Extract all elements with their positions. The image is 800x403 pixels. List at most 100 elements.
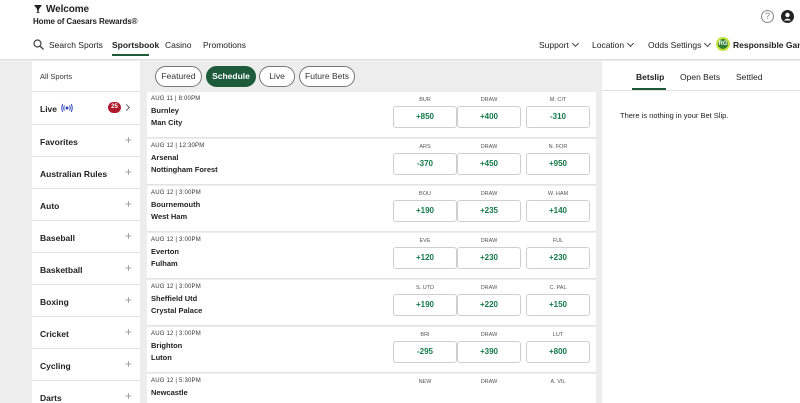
- sidebar-item-label: Darts: [40, 393, 62, 403]
- home-odds-button[interactable]: +190: [393, 200, 457, 222]
- location-dropdown[interactable]: Location: [592, 39, 635, 50]
- tab-open-bets[interactable]: Open Bets: [680, 72, 720, 82]
- home-team[interactable]: Bournemouth: [151, 200, 200, 209]
- support-dropdown[interactable]: Support: [539, 39, 579, 50]
- sidebar-item-live[interactable]: Live 25: [32, 91, 140, 123]
- filter-future-bets[interactable]: Future Bets: [299, 66, 355, 87]
- home-odds-button[interactable]: -370: [393, 153, 457, 175]
- expand-plus-icon[interactable]: +: [125, 229, 132, 243]
- draw-odds-button[interactable]: +235: [457, 200, 521, 222]
- away-odds-button[interactable]: +950: [526, 153, 590, 175]
- away-odds-button[interactable]: +140: [526, 200, 590, 222]
- help-icon[interactable]: ?: [761, 10, 774, 23]
- home-team[interactable]: Burnley: [151, 106, 179, 115]
- expand-plus-icon[interactable]: +: [125, 165, 132, 179]
- chevron-down-icon: [571, 39, 579, 48]
- live-count-badge: 25: [108, 102, 121, 113]
- tab-settled[interactable]: Settled: [736, 72, 762, 82]
- nav-promotions[interactable]: Promotions: [203, 40, 246, 50]
- expand-plus-icon[interactable]: +: [125, 197, 132, 211]
- live-broadcast-icon: [61, 103, 73, 113]
- tab-betslip[interactable]: Betslip: [636, 72, 664, 82]
- sidebar-item-label: Cricket: [40, 329, 69, 339]
- active-nav-indicator: [112, 54, 149, 56]
- odds-settings-label: Odds Settings: [648, 40, 702, 50]
- sidebar-item-darts[interactable]: Darts +: [32, 380, 140, 403]
- away-team[interactable]: Fulham: [151, 259, 178, 268]
- match-row: AUG 12 | 3:00PM Everton Fulham EVE DRAW …: [147, 233, 596, 279]
- home-odds-header: S. UTD: [415, 285, 435, 291]
- draw-odds-button[interactable]: +400: [457, 106, 521, 128]
- home-team[interactable]: Sheffield Utd: [151, 294, 197, 303]
- sidebar-item-label: Baseball: [40, 233, 75, 243]
- draw-odds-button[interactable]: +230: [457, 247, 521, 269]
- odds-settings-dropdown[interactable]: Odds Settings: [648, 39, 712, 50]
- away-team[interactable]: Nottingham Forest: [151, 165, 218, 174]
- nav-sportsbook[interactable]: Sportsbook: [112, 40, 159, 50]
- location-label: Location: [592, 40, 625, 50]
- draw-odds-header: DRAW: [480, 97, 498, 103]
- sidebar-item-basketball[interactable]: Basketball +: [32, 252, 140, 284]
- expand-plus-icon[interactable]: +: [125, 389, 132, 403]
- home-team[interactable]: Brighton: [151, 341, 182, 350]
- rewards-subtitle: Home of Caesars Rewards®: [33, 17, 138, 26]
- home-team[interactable]: Arsenal: [151, 153, 179, 162]
- draw-odds-button[interactable]: +390: [457, 341, 521, 363]
- responsible-gaming-icon[interactable]: RG: [716, 37, 730, 51]
- draw-odds-button[interactable]: +450: [457, 153, 521, 175]
- home-team[interactable]: Everton: [151, 247, 179, 256]
- responsible-gaming-link[interactable]: Responsible Gaming: [733, 40, 800, 50]
- away-odds-button[interactable]: +230: [526, 247, 590, 269]
- expand-plus-icon[interactable]: +: [125, 293, 132, 307]
- sidebar-item-auto[interactable]: Auto +: [32, 188, 140, 220]
- expand-plus-icon[interactable]: +: [125, 261, 132, 275]
- caesars-goblet-icon: [34, 5, 42, 13]
- nav-casino[interactable]: Casino: [165, 40, 191, 50]
- sidebar-item-cycling[interactable]: Cycling +: [32, 348, 140, 380]
- search-icon[interactable]: [33, 39, 44, 50]
- away-team[interactable]: Man City: [151, 118, 182, 127]
- home-odds-header: EVE: [419, 238, 431, 244]
- chevron-down-icon: [627, 39, 635, 48]
- sidebar-item-label: Cycling: [40, 361, 71, 371]
- tab-divider: [602, 90, 800, 91]
- home-odds-header: BRI: [420, 332, 430, 338]
- away-team[interactable]: Luton: [151, 353, 172, 362]
- match-time: AUG 12 | 5:30PM: [151, 378, 201, 384]
- main-nav: Search Sports Sportsbook Casino Promotio…: [0, 34, 800, 60]
- away-odds-button[interactable]: +800: [526, 341, 590, 363]
- user-account-icon[interactable]: [781, 10, 794, 23]
- filter-live[interactable]: Live: [259, 66, 295, 87]
- home-odds-button[interactable]: -295: [393, 341, 457, 363]
- sidebar-item-label: Favorites: [40, 137, 78, 147]
- draw-odds-header: DRAW: [480, 332, 498, 338]
- filter-schedule[interactable]: Schedule: [206, 66, 256, 87]
- match-row: AUG 12 | 3:00PM Brighton Luton BRI DRAW …: [147, 327, 596, 373]
- home-odds-button[interactable]: +120: [393, 247, 457, 269]
- away-odds-button[interactable]: -310: [526, 106, 590, 128]
- match-time: AUG 12 | 3:00PM: [151, 237, 201, 243]
- expand-plus-icon[interactable]: +: [125, 325, 132, 339]
- home-odds-button[interactable]: +190: [393, 294, 457, 316]
- betslip-panel: Betslip Open Bets Settled There is nothi…: [602, 61, 800, 403]
- sidebar-item-boxing[interactable]: Boxing +: [32, 284, 140, 316]
- expand-plus-icon[interactable]: +: [125, 357, 132, 371]
- away-odds-header: C. PAL: [549, 285, 567, 291]
- match-row: AUG 12 | 3:00PM Sheffield Utd Crystal Pa…: [147, 280, 596, 326]
- sidebar-item-cricket[interactable]: Cricket +: [32, 316, 140, 348]
- expand-plus-icon[interactable]: +: [125, 133, 132, 147]
- draw-odds-button[interactable]: +220: [457, 294, 521, 316]
- sidebar-item-favorites[interactable]: Favorites +: [32, 124, 140, 156]
- search-sports-link[interactable]: Search Sports: [49, 40, 103, 50]
- home-odds-header: ARS: [419, 144, 431, 150]
- away-team[interactable]: Crystal Palace: [151, 306, 202, 315]
- filter-featured[interactable]: Featured: [155, 66, 202, 87]
- match-row: AUG 12 | 12:30PM Arsenal Nottingham Fore…: [147, 139, 596, 185]
- sports-sidebar: All Sports Live 25 Favorites + Australia…: [32, 61, 140, 403]
- away-odds-button[interactable]: +150: [526, 294, 590, 316]
- sidebar-item-australian-rules[interactable]: Australian Rules +: [32, 156, 140, 188]
- home-odds-button[interactable]: +850: [393, 106, 457, 128]
- sidebar-item-baseball[interactable]: Baseball +: [32, 220, 140, 252]
- away-team[interactable]: West Ham: [151, 212, 187, 221]
- home-team[interactable]: Newcastle: [151, 388, 188, 397]
